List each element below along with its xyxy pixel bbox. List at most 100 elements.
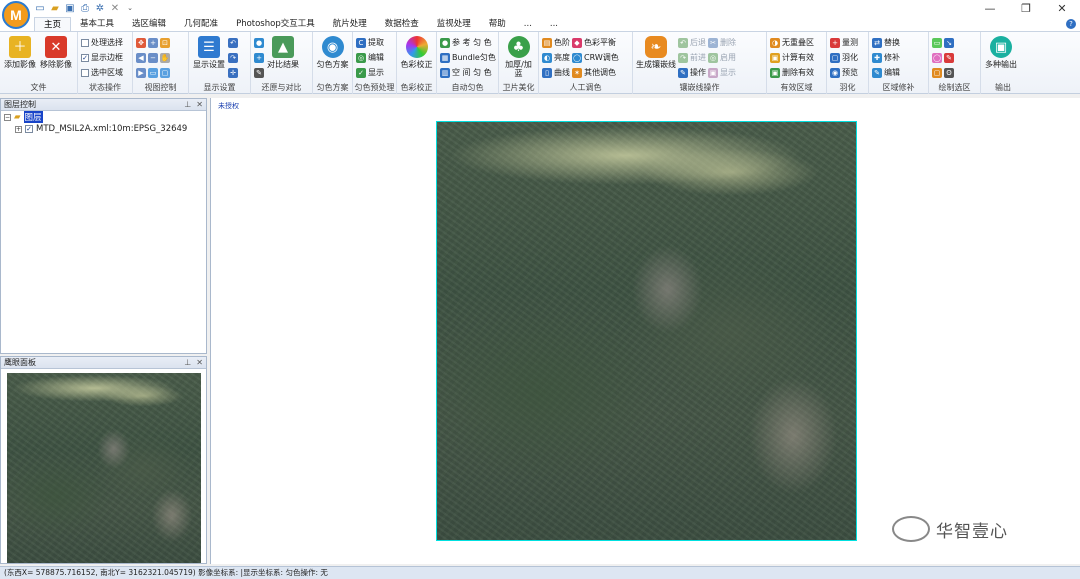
overview-image[interactable]	[7, 373, 201, 563]
pin-icon[interactable]: ⊥	[184, 358, 191, 367]
no-overlap-button[interactable]: ◑ 无重叠区	[770, 36, 814, 49]
canvas-tab[interactable]: 未授权	[218, 101, 239, 111]
bundle-uniform-button[interactable]: ▦ Bundle匀色	[440, 51, 496, 64]
layers-panel-header: 图层控制 ⊥ ✕	[1, 99, 206, 111]
pen-icon[interactable]: ✎	[944, 52, 954, 63]
process-select-checkbox[interactable]: 处理选择	[81, 36, 123, 49]
arrow-cursor-icon[interactable]: ↘	[944, 37, 954, 48]
color-balance-button[interactable]: ◆ 色彩平衡	[572, 36, 619, 49]
satellite-image[interactable]	[436, 121, 857, 541]
group-manual-color: ▤ 色阶 ◐ 亮度 ▯ 曲线 ◆ 色彩平衡 ◯ CRW调色 ✶ 其他调色 人工调色	[539, 32, 633, 94]
polygon-select-icon[interactable]: ▢	[932, 67, 942, 78]
group-preprocess: C 提取 ◎ 编辑 ✓ 显示 匀色预处理	[353, 32, 397, 94]
select-region-checkbox[interactable]: 选中区域	[81, 66, 123, 79]
zoom-box-icon[interactable]: ⊡	[160, 37, 170, 48]
brush-icon[interactable]: ✎	[254, 67, 264, 78]
ellipse-select-icon[interactable]: ◯	[932, 52, 942, 63]
measure-button[interactable]: + 量测	[830, 36, 858, 49]
save-icon[interactable]: ▣	[64, 2, 76, 14]
minimize-button[interactable]: —	[972, 0, 1008, 17]
forward-arrow-icon[interactable]: ▶	[136, 67, 146, 78]
zoom-out-icon[interactable]: −	[148, 52, 158, 63]
new-icon[interactable]: ▭	[34, 2, 46, 14]
layer-root-node[interactable]: − ▰ 图层	[1, 111, 206, 123]
lasso-icon[interactable]: ʘ	[944, 67, 954, 78]
preview-button[interactable]: ◉ 预览	[830, 66, 858, 79]
close-icon[interactable]: ✕	[109, 2, 121, 14]
seam-back-button[interactable]: ↶ 后退	[678, 36, 706, 49]
help-icon[interactable]: ?	[1066, 19, 1076, 29]
edit-button[interactable]: ◎ 编辑	[356, 51, 384, 64]
seam-forward-button[interactable]: ↷ 前进	[678, 51, 706, 64]
close-button[interactable]: ✕	[1044, 0, 1080, 17]
hand-icon[interactable]: ✋	[160, 52, 170, 63]
repair-edit-button[interactable]: ✎ 编辑	[872, 66, 900, 79]
levels-button[interactable]: ▤ 色阶	[542, 36, 570, 49]
group-output: ▣ 多种输出 输出	[981, 32, 1025, 94]
seam-show-button[interactable]: ▣ 显示	[708, 66, 736, 79]
curves-icon: ▯	[542, 67, 552, 78]
zoom-in-icon[interactable]: +	[148, 37, 158, 48]
app-logo[interactable]: M	[2, 1, 30, 29]
spatial-uniform-button[interactable]: ▥ 空 间 匀 色	[440, 66, 496, 79]
tab-monitor[interactable]: 监视处理	[428, 17, 480, 31]
settings-icon[interactable]: ✲	[94, 2, 106, 14]
add-layer-icon[interactable]: +	[254, 52, 264, 63]
group-state: 处理选择 ✓ 显示边框 选中区域 状态操作	[78, 32, 133, 94]
undo-icon[interactable]: ↶	[228, 37, 238, 48]
tab-photoshop[interactable]: Photoshop交互工具	[227, 17, 324, 31]
delete-valid-button[interactable]: ▣ 删除有效	[770, 66, 814, 79]
spatial-icon: ▥	[440, 67, 450, 78]
panel-close-icon[interactable]: ✕	[196, 100, 203, 109]
patch-button[interactable]: ✚ 修补	[872, 51, 900, 64]
layer-item[interactable]: + ✓ MTD_MSIL2A.xml:10m:EPSG_32649	[1, 123, 206, 135]
color-wheel-icon	[405, 36, 428, 58]
tab-more-1[interactable]: ...	[515, 17, 541, 31]
seam-enable-button[interactable]: ◎ 启用	[708, 51, 736, 64]
expand-icon[interactable]: +	[15, 125, 22, 133]
title-bar: M ▭ ▰ ▣ ⎙ ✲ ✕ ⌄ — ❐ ✕	[0, 0, 1080, 29]
extract-button[interactable]: C 提取	[356, 36, 384, 49]
compare-image-icon: ▲	[272, 36, 294, 58]
delete-icon: ✂	[708, 37, 718, 48]
customize-qat-icon[interactable]: ⌄	[124, 2, 136, 14]
tab-basic-tools[interactable]: 基本工具	[71, 17, 123, 31]
redo-icon[interactable]: ↷	[228, 52, 238, 63]
collapse-icon[interactable]: −	[4, 113, 11, 121]
pan-icon[interactable]: ✥	[136, 37, 146, 48]
open-icon[interactable]: ▰	[49, 2, 61, 14]
show-border-checkbox[interactable]: ✓ 显示边框	[81, 51, 123, 64]
tab-help[interactable]: 帮助	[480, 17, 515, 31]
group-uniform-scheme: ◉ 匀色方案 匀色方案	[313, 32, 353, 94]
expand-icon[interactable]: ✛	[228, 67, 238, 78]
layer-visible-checkbox[interactable]: ✓	[25, 125, 33, 133]
brightness-button[interactable]: ◐ 亮度	[542, 51, 570, 64]
feather-button[interactable]: ▢ 羽化	[830, 51, 858, 64]
pin-icon[interactable]: ⊥	[184, 100, 191, 109]
rect-select-icon[interactable]: ▭	[932, 37, 942, 48]
tab-data-check[interactable]: 数据检查	[376, 17, 428, 31]
print-icon[interactable]: ⎙	[79, 2, 91, 14]
tab-geo-registration[interactable]: 几何配准	[175, 17, 227, 31]
show-button[interactable]: ✓ 显示	[356, 66, 384, 79]
crw-color-button[interactable]: ◯ CRW调色	[572, 51, 619, 64]
seam-operate-button[interactable]: ✎ 操作	[678, 66, 706, 79]
replace-button[interactable]: ⇄ 替换	[872, 36, 900, 49]
curves-button[interactable]: ▯ 曲线	[542, 66, 570, 79]
tab-more-2[interactable]: ...	[541, 17, 567, 31]
full-extent-icon[interactable]: ▭	[148, 67, 158, 78]
reference-uniform-button[interactable]: ● 参 考 匀 色	[440, 36, 496, 49]
fit-icon[interactable]: ▢	[160, 67, 170, 78]
back-arrow-icon[interactable]: ◀	[136, 52, 146, 63]
maximize-button[interactable]: ❐	[1008, 0, 1044, 17]
tab-selection-edit[interactable]: 选区编辑	[123, 17, 175, 31]
other-color-button[interactable]: ✶ 其他调色	[572, 66, 619, 79]
panel-close-icon[interactable]: ✕	[196, 358, 203, 367]
calc-icon: ▣	[770, 52, 780, 63]
tab-home[interactable]: 主页	[34, 17, 72, 31]
restore-icon[interactable]: ●	[254, 37, 264, 48]
layers-panel: 图层控制 ⊥ ✕ − ▰ 图层 + ✓ MTD_MSIL2A.xml:10m:EP…	[0, 98, 207, 354]
calc-valid-button[interactable]: ▣ 计算有效	[770, 51, 814, 64]
seam-delete-button[interactable]: ✂ 删除	[708, 36, 736, 49]
tab-aerial[interactable]: 航片处理	[324, 17, 376, 31]
